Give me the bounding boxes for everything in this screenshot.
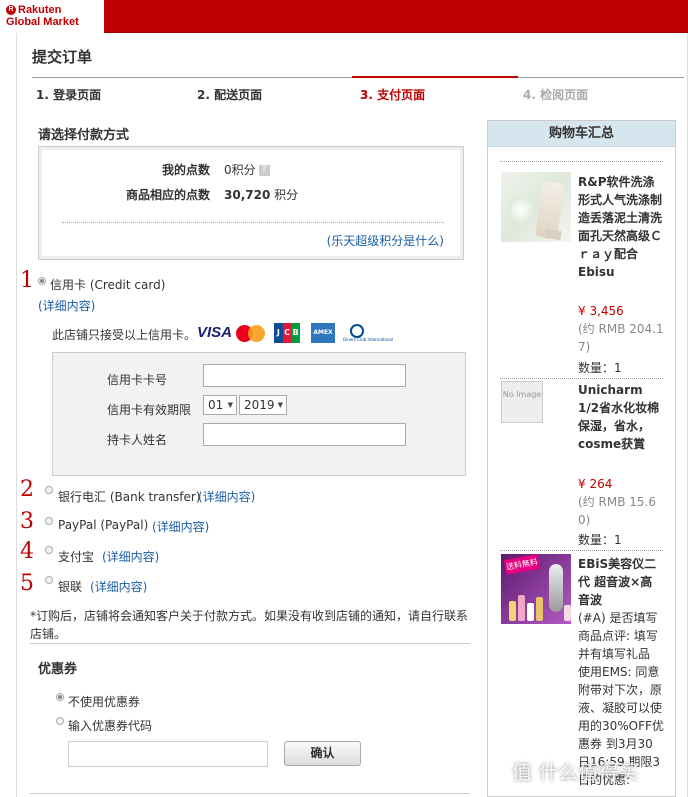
top-bar: R Rakuten Global Market [0,0,688,33]
radio-alipay[interactable] [45,546,53,554]
credit-card-detail-link[interactable]: (详细内容) [38,297,95,314]
product-qty-2: 数量：1 [578,533,622,547]
product-qty-1: 数量：1 [578,361,622,375]
cart-summary: 购物车汇总 R&P软件洗涤形式人气洗涤制造丢落泥土清洗面孔天然高级Ｃｒａｙ配合E… [487,120,676,797]
coupon-code-input[interactable] [68,741,268,767]
alipay-label[interactable]: 支付宝 [58,548,94,565]
points-box: 我的点数 0积分? 商品相应的点数 30,720 积分 (乐天超级积分是什么) [38,146,464,260]
product-rmb-1: (约 RMB 204.17) [578,322,664,354]
step-payment: 3. 支付页面 [360,88,426,102]
radio-unionpay[interactable] [45,576,53,584]
method-number-1: 1 [20,268,34,293]
paypal-detail-link[interactable]: (详细内容) [152,518,209,535]
unionpay-detail-link[interactable]: (详细内容) [90,578,147,595]
step-login: 1. 登录页面 [36,88,102,102]
confirm-coupon-button[interactable]: 确认 [284,741,361,766]
payment-note: *订购后，店铺将会通知客户关于付款方式。如果没有收到店铺的通知，请自行联系店铺。 [30,609,469,641]
payment-section-title: 请选择付款方式 [38,128,130,143]
product-name-3[interactable]: EBiS美容仪二代 超音波×高音波 [578,555,664,609]
product-image-2[interactable]: No Image [501,381,543,423]
product-price-1: ¥ 3,456 [578,304,624,318]
rakuten-logo[interactable]: R Rakuten Global Market [0,0,104,33]
jcb-logo: J C B [274,323,301,343]
step-review: 4. 检阅页面 [523,88,589,102]
cart-summary-title: 购物车汇总 [488,121,675,147]
page-title: 提交订单 [32,48,93,66]
paypal-label[interactable]: PayPal (PayPal) [58,518,148,532]
free-shipping-badge: 送料無料 [503,554,541,575]
bank-transfer-label[interactable]: 银行电汇 (Bank transfer) [58,488,201,505]
product-points-value: 30,720 [224,188,271,202]
my-points-value: 0积分 [224,163,256,177]
unionpay-label[interactable]: 银联 [58,578,82,595]
radio-credit-card[interactable] [38,277,46,285]
no-coupon-label[interactable]: 不使用优惠券 [68,693,140,710]
diners-club-logo: Diners Club International [343,323,393,343]
credit-card-form: 信用卡卡号 信用卡有效期限 01 ▼ 2019 ▼ 持卡人姓名 [52,352,466,476]
cart-divider [500,161,663,162]
bank-transfer-detail-link[interactable]: (详细内容) [198,488,255,505]
radio-enter-coupon[interactable] [56,717,64,725]
help-icon[interactable]: ? [258,165,270,176]
active-step-indicator [352,76,518,78]
alipay-detail-link[interactable]: (详细内容) [102,548,159,565]
method-number-4: 4 [20,539,34,564]
expiry-year-select[interactable]: 2019 ▼ [239,395,287,415]
coupon-title: 优惠券 [38,662,78,677]
enter-coupon-label[interactable]: 输入优惠券代码 [68,717,152,734]
product-points-label: 商品相应的点数 [125,188,210,202]
cart-divider [500,550,663,551]
product-points-unit: 积分 [274,188,299,202]
expiry-month-select[interactable]: 01 ▼ [203,395,237,415]
holder-name-input[interactable] [203,423,406,446]
credit-card-label[interactable]: 信用卡 (Credit card) [50,276,165,293]
product-name-1[interactable]: R&P软件洗涤形式人气洗涤制造丢落泥土清洗面孔天然高级Ｃｒａｙ配合Ebisu [578,173,664,281]
product-image-3[interactable]: 送料無料 [501,554,571,624]
step-delivery: 2. 配送页面 [197,88,263,102]
product-rmb-2: (约 RMB 15.60) [578,495,656,527]
product-image-1[interactable] [501,172,571,242]
product-price-2: ¥ 264 [578,477,613,491]
method-number-2: 2 [20,477,34,502]
method-number-5: 5 [20,571,34,596]
cards-note: 此店铺只接受以上信用卡。 [52,328,197,342]
rakuten-r-icon: R [6,5,16,15]
super-points-help-link[interactable]: (乐天超级积分是什么) [327,232,444,249]
watermark: 值 什么值得买 [512,760,639,784]
amex-logo: AMEX [311,323,335,343]
radio-no-coupon[interactable] [56,693,64,701]
section-divider [30,643,470,644]
visa-logo: VISA [197,324,233,341]
cart-divider [500,378,663,379]
radio-bank-transfer[interactable] [45,486,53,494]
section-divider-bottom [30,793,470,794]
product-name-2[interactable]: Unicharm 1/2省水化妆棉保湿，省水，cosme获賞 [578,381,664,453]
method-number-3: 3 [20,509,34,534]
holder-name-label: 持卡人姓名 [107,433,168,447]
mastercard-logo [236,323,266,343]
expiry-label: 信用卡有效期限 [107,403,192,417]
card-number-label: 信用卡卡号 [107,373,168,387]
radio-paypal[interactable] [45,517,53,525]
my-points-label: 我的点数 [161,163,210,177]
card-number-input[interactable] [203,364,406,387]
points-divider [62,222,444,223]
